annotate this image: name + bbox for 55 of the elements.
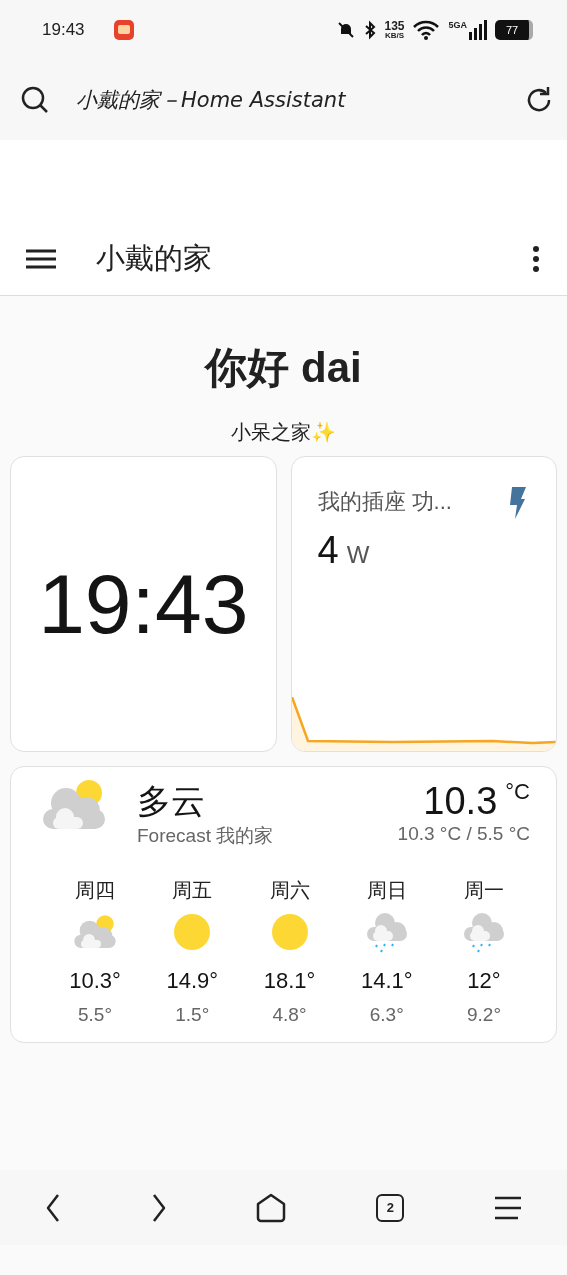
forecast-low: 4.8° [272,1004,307,1026]
forward-icon[interactable] [150,1192,167,1223]
rain-cloud-icon [462,911,506,953]
forecast-low: 9.2° [467,1004,501,1026]
forecast-day: 周六 [269,877,310,904]
dashboard-title: 小戴的家 [96,240,213,276]
temperature-range: 10.3 °C / 5.5 °C [397,823,530,845]
forecast-high: 14.9° [166,968,219,994]
status-time: 19:43 [42,20,85,40]
forecast-day: 周日 [366,877,407,904]
partly-cloudy-icon [41,779,107,831]
page-title[interactable]: 小戴的家－Home Assistant [76,86,499,114]
forecast-high: 18.1° [263,968,316,994]
tabs-button[interactable]: 2 [376,1193,405,1222]
sensor-value: 4 [317,529,339,572]
wifi-icon [412,20,441,40]
sensor-card[interactable]: 我的插座 功... 4 W [290,456,557,752]
sensor-unit: W [346,541,370,569]
network-type: 5GA [448,20,467,30]
home-icon[interactable] [256,1192,287,1223]
menu-icon[interactable] [494,1195,523,1220]
back-icon[interactable] [44,1192,61,1223]
partly-cloudy-icon [73,914,117,950]
sensor-name: 我的插座 功... [317,488,452,516]
forecast-day: 周四 [75,877,115,904]
lightning-icon [508,487,526,519]
search-icon[interactable] [20,85,50,115]
app-notification-icon [112,19,135,41]
sun-icon [173,913,212,951]
sun-icon [270,913,309,951]
weather-card[interactable]: 多云 Forecast 我的家 10.3 °C 10.3 °C / 5.5 °C 周四 10.3° 5.5° 周五 14.9° 1.5° 周六 18.1° 4.8° 周日 14.1° 6.3° 周一 12° 9.2° [10,766,557,1043]
forecast-high: 10.3° [69,968,121,994]
temperature-unit: °C [505,779,530,805]
network-speed-unit: KB/S [384,32,405,40]
forecast-low: 5.5° [78,1004,112,1026]
forecast-low: 6.3° [369,1004,404,1026]
menu-icon[interactable] [26,248,56,269]
bluetooth-icon [364,20,377,40]
battery-indicator: 77 [495,20,533,40]
network-speed: 135 [384,20,405,32]
rain-cloud-icon [364,911,409,953]
weather-condition: 多云 [137,781,206,822]
forecast-low: 1.5° [175,1004,210,1026]
reload-icon[interactable] [525,86,553,114]
forecast-high: 14.1° [360,968,413,994]
current-temperature: 10.3 [423,779,498,823]
more-options-icon[interactable] [533,245,539,272]
greeting-title: 你好 dai [203,343,363,393]
signal-icon [469,20,487,40]
clock-time: 19:43 [38,555,249,653]
weather-location: Forecast 我的家 [137,824,275,848]
forecast-day: 周五 [172,877,213,904]
forecast-day: 周一 [464,877,504,904]
forecast-high: 12° [467,968,501,994]
greeting-subtitle: 小呆之家✨ [230,420,337,444]
